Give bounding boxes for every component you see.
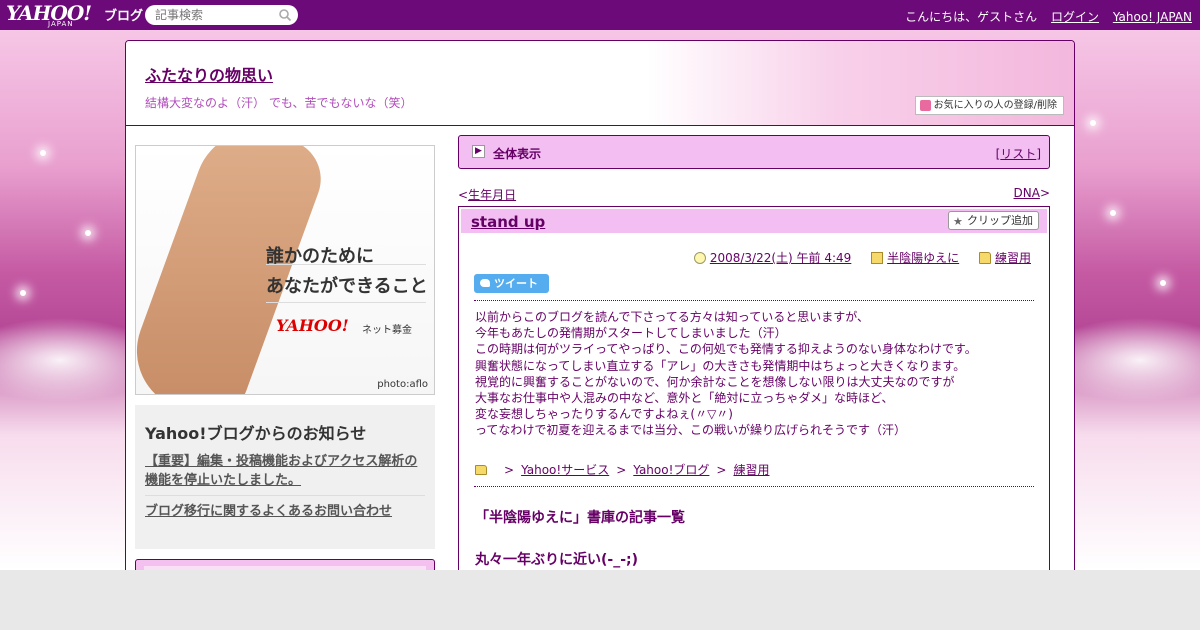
logo-blog: ブログ	[104, 9, 144, 24]
sparkle	[1090, 120, 1096, 126]
twitter-bird-icon	[480, 279, 490, 287]
bottom-strip	[0, 570, 1200, 630]
star-icon: ★	[953, 215, 963, 228]
blog-subtitle: 結構大変なのよ（汗） でも、苦でもないな（笑）	[145, 96, 413, 110]
list-toggle: [リスト]	[996, 145, 1041, 162]
article-category[interactable]: 練習用	[995, 251, 1031, 265]
clip-add-label: クリップ追加	[967, 214, 1033, 227]
ad-line2: あなたができること	[266, 276, 428, 297]
next-arrow: >	[1039, 186, 1050, 200]
blog-header: ふたなりの物思い 結構大変なのよ（汗） でも、苦でもないな（笑） お気に入りの人…	[126, 41, 1074, 126]
breadcrumb-sep: >	[716, 463, 727, 477]
tweet-button[interactable]: ツイート	[474, 274, 549, 293]
favorite-register-button[interactable]: お気に入りの人の登録/削除	[914, 96, 1064, 115]
search-input[interactable]	[145, 5, 298, 25]
heart-icon	[919, 100, 931, 111]
clip-add-button[interactable]: ★ クリップ追加	[948, 211, 1039, 230]
prev-arrow: <	[458, 188, 469, 202]
article-title[interactable]: stand up	[471, 213, 545, 231]
blog-title[interactable]: ふたなりの物思い	[145, 62, 273, 86]
article-category-item: 練習用	[978, 251, 1031, 265]
library-heading: 「半陰陽ゆえに」書庫の記事一覧	[475, 510, 685, 526]
user-nav: こんにちは、ゲストさん ログイン Yahoo! JAPAN	[895, 8, 1192, 25]
sparkle	[85, 230, 91, 236]
divider	[145, 495, 425, 496]
divider	[474, 486, 1034, 487]
arrow-icon: ▶	[472, 145, 485, 158]
sparkle	[20, 290, 26, 296]
article-author-item: 半陰陽ゆえに	[871, 251, 959, 265]
next-article-link[interactable]: DNA	[1014, 186, 1040, 200]
logo-sub: JAPAN	[48, 20, 74, 28]
ad-brand-sub: ネット募金	[362, 325, 412, 336]
divider	[474, 300, 1034, 301]
notice-box: Yahoo!ブログからのお知らせ 【重要】編集・投稿機能およびアクセス解析の機能…	[135, 405, 435, 549]
blog-container: ふたなりの物思い 結構大変なのよ（汗） でも、苦でもないな（笑） お気に入りの人…	[125, 40, 1075, 580]
article-library[interactable]: 半陰陽ゆえに	[887, 251, 959, 265]
breadcrumb-sep: >	[616, 463, 627, 477]
ad-brand: YAHOO!	[276, 316, 349, 335]
login-link[interactable]: ログイン	[1051, 10, 1099, 24]
favorite-register-label: お気に入りの人の登録/削除	[933, 100, 1057, 111]
breadcrumb-yahoo-service[interactable]: Yahoo!サービス	[521, 463, 609, 477]
folder-icon	[978, 252, 991, 264]
folder-icon	[475, 465, 487, 475]
hand-image	[136, 146, 332, 394]
article: stand up ★ クリップ追加 2008/3/22(土) 午前 4:49 半…	[458, 206, 1050, 579]
list-bracket-close: ]	[1036, 147, 1041, 161]
tweet-label: ツイート	[494, 277, 538, 290]
prev-article-link[interactable]: 生年月日	[468, 188, 516, 202]
notice-link-faq[interactable]: ブログ移行に関するよくあるお問い合わせ	[145, 502, 425, 521]
section-bar: ▶ 全体表示 [リスト]	[458, 135, 1050, 169]
article-date[interactable]: 2008/3/22(土) 午前 4:49	[710, 251, 851, 265]
article-body: 以前からこのブログを読んで下さってる方々は知っていると思いますが、 今年もあたし…	[475, 310, 977, 438]
top-bar: YAHOO! JAPAN ブログ こんにちは、ゲストさん ログイン Yahoo!…	[0, 0, 1200, 30]
breadcrumb-category[interactable]: 練習用	[733, 463, 769, 477]
ad-divider	[266, 264, 426, 265]
article-nav: <生年月日 DNA>	[458, 186, 1050, 202]
ad-banner[interactable]: 誰かのために あなたができること YAHOO! ネット募金 photo:aflo	[135, 145, 435, 395]
sparkle	[40, 150, 46, 156]
ad-credit: photo:aflo	[377, 379, 428, 390]
greeting: こんにちは、ゲストさん	[905, 10, 1038, 24]
article-header: stand up ★ クリップ追加	[461, 209, 1047, 233]
article-date-item: 2008/3/22(土) 午前 4:49	[693, 251, 851, 265]
article-meta: 2008/3/22(土) 午前 4:49 半陰陽ゆえに 練習用	[678, 249, 1031, 266]
breadcrumb-yahoo-blog[interactable]: Yahoo!ブログ	[633, 463, 709, 477]
next-article: DNA>	[1014, 186, 1051, 200]
library-post-link[interactable]: 丸々一年ぶりに近い(-_-;)	[475, 549, 638, 569]
book-icon	[871, 252, 884, 264]
search-icon[interactable]	[278, 8, 292, 22]
ad-divider	[266, 302, 426, 303]
clock-icon	[693, 252, 706, 264]
yahoo-japan-link[interactable]: Yahoo! JAPAN	[1113, 10, 1192, 24]
breadcrumb: > Yahoo!サービス > Yahoo!ブログ > 練習用	[475, 461, 769, 478]
notice-heading: Yahoo!ブログからのお知らせ	[145, 424, 367, 443]
prev-article: <生年月日	[458, 186, 516, 203]
notice-link-important[interactable]: 【重要】編集・投稿機能およびアクセス解析の機能を停止いたしました。	[145, 452, 425, 490]
breadcrumb-sep: >	[504, 463, 515, 477]
sparkle	[1160, 280, 1166, 286]
section-label: 全体表示	[493, 147, 542, 161]
sparkle	[1110, 210, 1116, 216]
list-link[interactable]: リスト	[1000, 147, 1036, 161]
